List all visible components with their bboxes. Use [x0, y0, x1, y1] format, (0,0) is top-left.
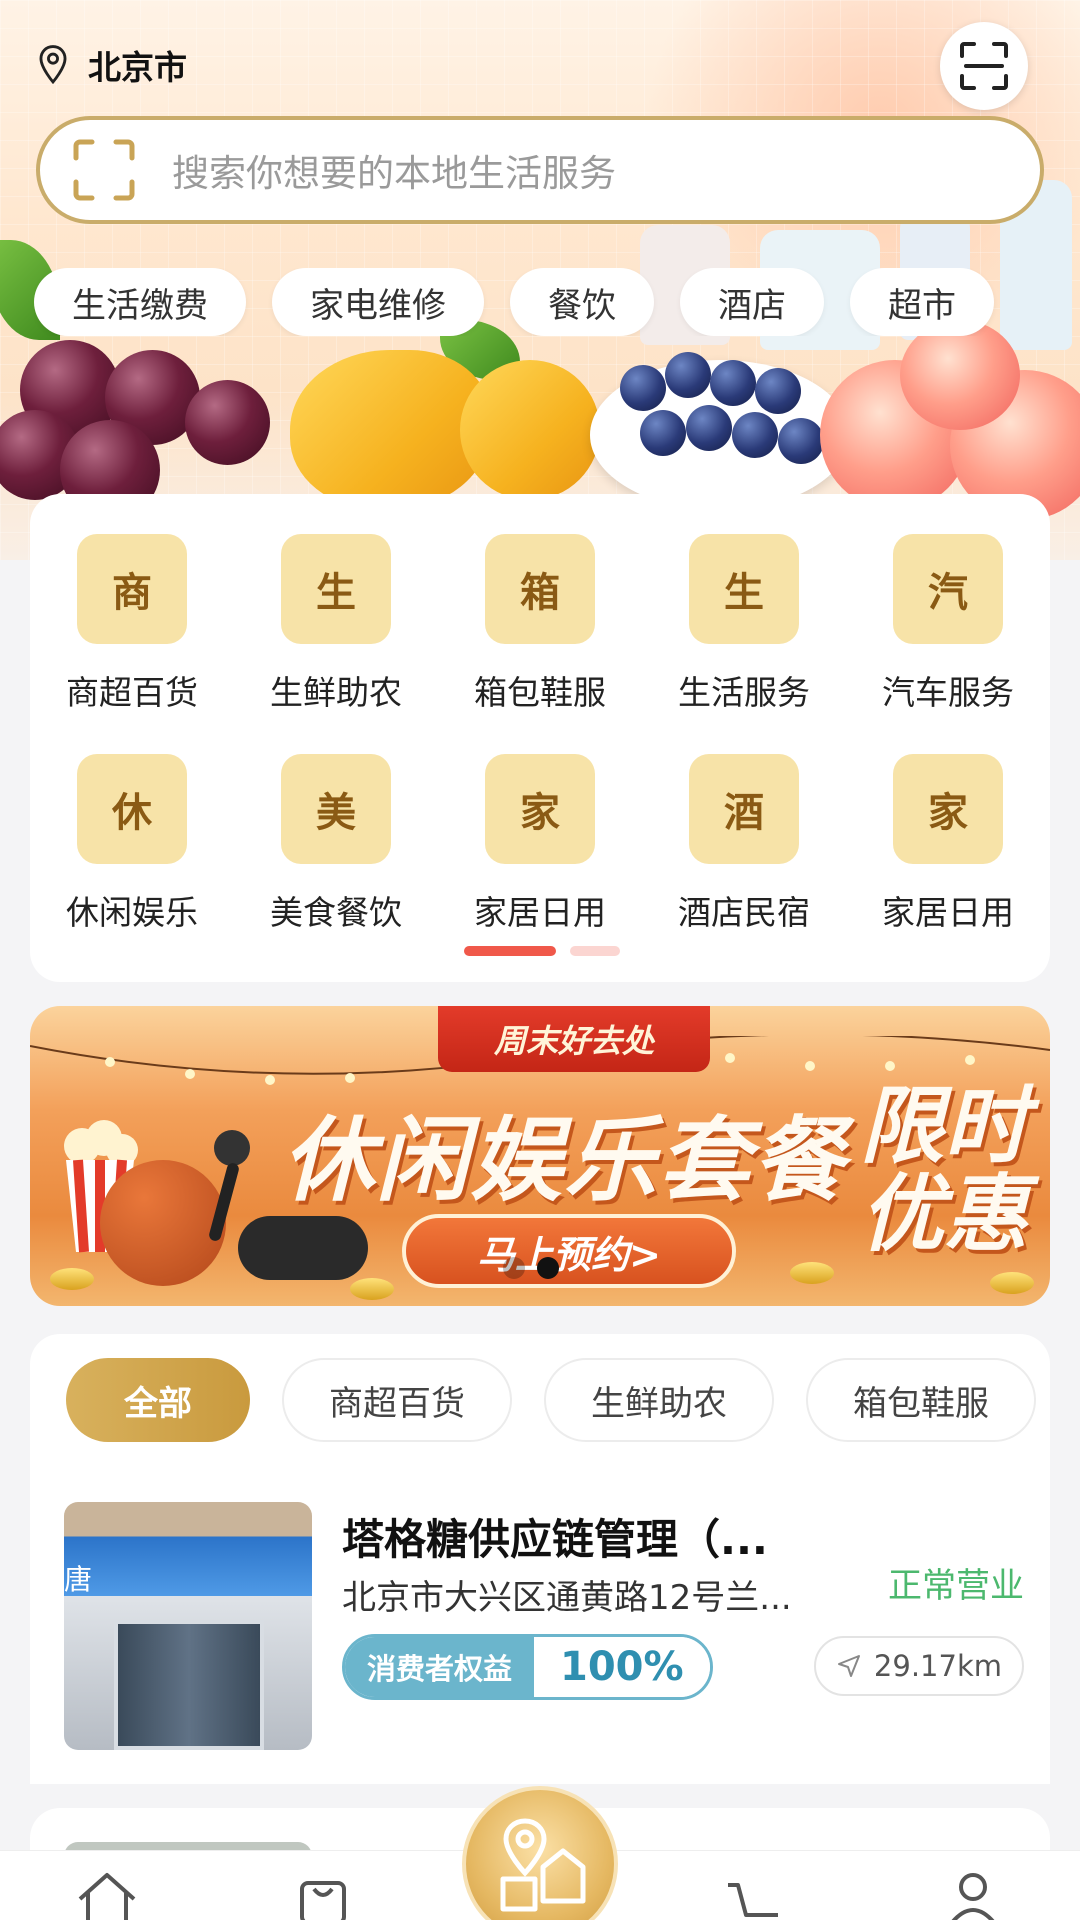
scan-frame-icon[interactable]	[72, 138, 136, 202]
category-icon: 商	[77, 534, 187, 644]
category-icon: 家	[485, 754, 595, 864]
peach-image	[900, 320, 1020, 430]
category-label: 家居日用	[474, 893, 606, 932]
category-item[interactable]: 生 生活服务	[642, 534, 846, 714]
store-list-card: 全部 商超百货 生鲜助农 箱包鞋服 唐 塔格糖供应链管理（... 北京市大兴区通…	[30, 1334, 1050, 1784]
chip-life-payment[interactable]: 生活缴费	[34, 268, 246, 336]
bag-icon[interactable]	[290, 1869, 356, 1920]
category-label: 商超百货	[66, 673, 198, 712]
category-label: 美食餐饮	[270, 893, 402, 932]
filter-tabs: 全部 商超百货 生鲜助农 箱包鞋服	[66, 1358, 1036, 1442]
city-name: 北京市	[88, 48, 187, 87]
category-item[interactable]: 箱 箱包鞋服	[438, 534, 642, 714]
promo-limited-offer: 限时优惠	[860, 1077, 1029, 1263]
promo-pager	[503, 1257, 559, 1279]
category-item[interactable]: 家 家居日用	[438, 754, 642, 934]
nearby-stores-button[interactable]	[462, 1786, 618, 1920]
location-pin-icon	[39, 45, 67, 85]
category-label: 酒店民宿	[678, 893, 810, 932]
distance-chip: 29.17km	[813, 1636, 1024, 1696]
tab-department-store[interactable]: 商超百货	[282, 1358, 512, 1442]
category-icon: 生	[689, 534, 799, 644]
category-label: 汽车服务	[882, 673, 1014, 712]
search-placeholder: 搜索你想要的本地生活服务	[172, 152, 616, 195]
category-item[interactable]: 家 家居日用	[846, 754, 1050, 934]
chip-dining[interactable]: 餐饮	[510, 268, 654, 336]
consumer-rights-badge: 消费者权益 100%	[342, 1634, 713, 1700]
pager-dot[interactable]	[503, 1257, 525, 1279]
store-sign-text: 唐	[64, 1563, 93, 1596]
category-pager	[464, 946, 620, 956]
chip-appliance-repair[interactable]: 家电维修	[272, 268, 484, 336]
category-icon: 酒	[689, 754, 799, 864]
pager-dot-active[interactable]	[464, 946, 556, 956]
distance-value: 29.17km	[873, 1649, 1002, 1683]
category-label: 家居日用	[882, 893, 1014, 932]
quick-chip-row: 生活缴费 家电维修 餐饮 酒店 超市	[34, 268, 1080, 336]
promo-headline: 休闲娱乐套餐	[282, 1107, 847, 1214]
store-status: 正常营业	[888, 1566, 1024, 1606]
category-item[interactable]: 生 生鲜助农	[234, 534, 438, 714]
tab-fresh-produce[interactable]: 生鲜助农	[544, 1358, 774, 1442]
profile-icon[interactable]	[940, 1869, 1006, 1920]
tab-all[interactable]: 全部	[66, 1358, 250, 1442]
pager-dot-active[interactable]	[537, 1257, 559, 1279]
search-input[interactable]: 搜索你想要的本地生活服务	[36, 116, 1044, 224]
category-icon: 休	[77, 754, 187, 864]
category-label: 箱包鞋服	[474, 673, 606, 712]
category-item[interactable]: 酒 酒店民宿	[642, 754, 846, 934]
category-icon: 家	[893, 754, 1003, 864]
store-item[interactable]: 唐 塔格糖供应链管理（... 北京市大兴区通黄路12号兰... 正常营业 消费者…	[64, 1502, 1024, 1750]
category-item[interactable]: 美 美食餐饮	[234, 754, 438, 934]
scan-button[interactable]	[940, 22, 1028, 110]
cart-icon[interactable]	[724, 1869, 790, 1920]
category-icon: 箱	[485, 534, 595, 644]
gamepad-icon	[238, 1216, 368, 1280]
home-icon[interactable]	[74, 1869, 140, 1920]
chip-supermarket[interactable]: 超市	[850, 268, 994, 336]
store-thumbnail: 唐	[64, 1502, 312, 1750]
category-icon: 汽	[893, 534, 1003, 644]
category-item[interactable]: 商 商超百货	[30, 534, 234, 714]
store-address: 北京市大兴区通黄路12号兰...	[342, 1578, 792, 1618]
mango-image	[460, 360, 600, 500]
badge-value: 100%	[534, 1637, 710, 1697]
category-label: 生活服务	[678, 673, 810, 712]
chip-hotel[interactable]: 酒店	[680, 268, 824, 336]
book-now-button[interactable]: 马上预约>	[402, 1214, 736, 1288]
category-label: 休闲娱乐	[66, 893, 198, 932]
storefront-door	[114, 1620, 264, 1750]
category-item[interactable]: 汽 汽车服务	[846, 534, 1050, 714]
category-item[interactable]: 休 休闲娱乐	[30, 754, 234, 934]
category-icon: 美	[281, 754, 391, 864]
store-name: 塔格糖供应链管理（...	[342, 1515, 768, 1564]
scan-icon	[960, 42, 1008, 90]
plum-image	[185, 380, 270, 465]
category-icon: 生	[281, 534, 391, 644]
pager-dot[interactable]	[570, 946, 620, 956]
tab-bags-shoes[interactable]: 箱包鞋服	[806, 1358, 1036, 1442]
category-card: 商 商超百货 生 生鲜助农 箱 箱包鞋服 生 生活服务 汽 汽车服务 休 休闲娱…	[30, 494, 1050, 982]
badge-label: 消费者权益	[345, 1637, 535, 1697]
blueberry-image	[620, 365, 666, 411]
location-selector[interactable]: 北京市	[36, 40, 187, 90]
category-label: 生鲜助农	[270, 673, 402, 712]
promo-ribbon: 周末好去处	[438, 1006, 710, 1072]
location-store-icon	[500, 1818, 586, 1912]
navigation-arrow-icon	[837, 1655, 860, 1677]
